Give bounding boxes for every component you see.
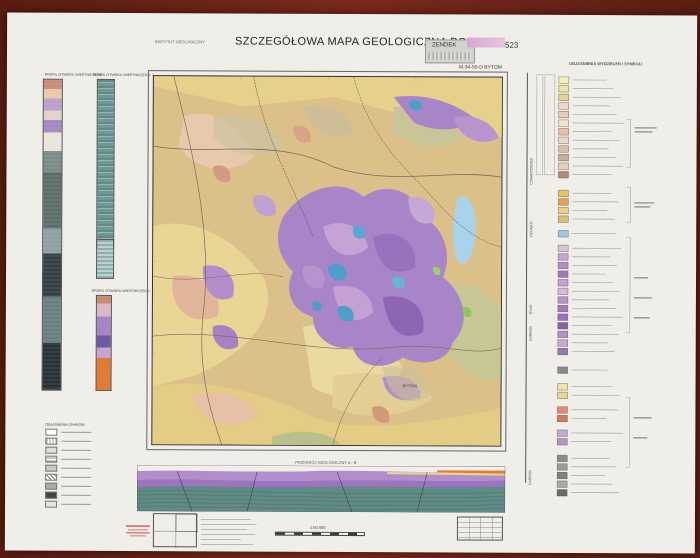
small-legend-swatch — [45, 455, 58, 463]
legend-swatch — [558, 207, 569, 215]
sheet-number: 523 — [505, 40, 519, 50]
legend-svg — [536, 74, 657, 540]
map-sheet: INSTYTUT GEOLOGICZNY SZCZEGÓŁOWA MAPA GE… — [4, 12, 698, 554]
publisher-stamp-svg — [125, 525, 150, 537]
borehole-column-c — [95, 294, 112, 391]
small-legend-title: OBJAŚNIENIA ZNAKÓW — [45, 422, 85, 427]
geological-map[interactable]: BYTOM — [151, 75, 503, 447]
legend-swatch — [556, 463, 568, 471]
legend-swatch — [557, 313, 569, 321]
publisher-notes-lines — [200, 519, 257, 545]
legend-swatch — [557, 438, 568, 446]
sheet-label-strip — [427, 52, 473, 60]
small-legend-swatch — [45, 482, 58, 490]
legend-panel — [525, 67, 687, 540]
legend-era-label: CZWARTORZĘD — [529, 157, 534, 185]
borehole-column-a — [41, 78, 63, 391]
legend-swatch — [558, 93, 570, 101]
legend-swatch — [558, 189, 569, 197]
legend-swatch — [557, 366, 568, 374]
publisher-stamp — [125, 523, 151, 539]
legend-swatch — [558, 171, 569, 179]
geological-map-svg — [152, 76, 503, 447]
small-legend — [45, 428, 105, 511]
legend-swatch — [557, 339, 568, 347]
legend-era-label: NEOGEN — [529, 221, 534, 237]
legend-group-quaternary — [536, 74, 556, 176]
legend-swatch — [558, 85, 570, 93]
legend-swatch — [557, 330, 568, 338]
cross-section-profile — [136, 464, 506, 513]
column-b-title: PROFIL OTWORU WIERTNICZEGO — [92, 72, 151, 78]
column-c-title: PROFIL OTWORU WIERTNICZEGO — [91, 288, 150, 294]
legend-swatch — [557, 322, 569, 330]
publisher-notes — [200, 517, 261, 548]
legend-swatch — [557, 383, 568, 391]
borehole-column-b-lower — [96, 238, 115, 279]
legend-swatch — [558, 136, 569, 144]
legend-swatch — [557, 305, 569, 313]
small-legend-swatch — [45, 500, 58, 508]
sheet-label-text: ZENDEK — [432, 42, 457, 49]
legend-swatch — [557, 253, 569, 261]
sheet-code: M-34-50-D BYTOM — [458, 64, 502, 71]
legend-swatch — [556, 480, 568, 488]
legend-swatch — [558, 119, 569, 127]
small-legend-swatch — [45, 491, 58, 499]
index-map — [152, 513, 199, 549]
legend-swatch — [557, 454, 568, 462]
legend-swatch — [558, 111, 569, 119]
legend-swatch — [557, 415, 568, 423]
index-map-svg — [153, 513, 199, 549]
legend-title: OBJAŚNIENIA WYDZIELEŃ I SYMBOLI — [568, 60, 643, 67]
institute-label: INSTYTUT GEOLOGICZNY — [155, 39, 205, 45]
legend-swatch — [558, 215, 569, 223]
scale-label: 1:50 000 — [309, 524, 326, 530]
legend-swatch — [558, 128, 569, 136]
legend-swatch — [557, 270, 569, 278]
legend-swatch — [557, 262, 569, 270]
legend-swatch — [557, 391, 568, 399]
legend-era-label: KARBON — [528, 469, 533, 485]
legend-swatch — [558, 76, 570, 84]
small-legend-swatch — [45, 446, 58, 454]
profile-title: PRZEKRÓJ GEOLOGICZNY A - B — [295, 459, 357, 466]
cross-section-svg — [136, 464, 506, 513]
legend-swatch — [558, 198, 569, 206]
legend-era-label: TRIAS — [528, 304, 533, 315]
small-legend-swatch — [45, 464, 58, 472]
coordinate-table — [456, 516, 503, 541]
small-legend-swatch — [45, 428, 58, 436]
legend-swatch — [557, 287, 569, 295]
legend-swatch — [557, 279, 569, 287]
small-legend-swatch — [45, 437, 58, 445]
legend-swatch — [557, 244, 569, 252]
city-label: BYTOM — [402, 383, 417, 389]
legend-swatch — [558, 102, 569, 110]
legend-swatch — [558, 230, 569, 238]
legend-swatch — [557, 429, 568, 437]
legend-era-label: KARBON — [528, 325, 533, 341]
legend-swatch — [557, 406, 568, 414]
legend-swatch — [558, 145, 569, 153]
legend-swatch — [556, 489, 568, 497]
legend-swatch — [557, 348, 568, 356]
title-color-strip — [467, 37, 506, 48]
borehole-column-b — [96, 78, 115, 249]
scale-bar — [274, 531, 365, 537]
small-legend-swatch — [45, 473, 58, 481]
legend-swatch — [556, 472, 568, 480]
legend-swatch — [558, 162, 569, 170]
legend-swatch — [558, 154, 569, 162]
legend-swatch — [557, 296, 569, 304]
